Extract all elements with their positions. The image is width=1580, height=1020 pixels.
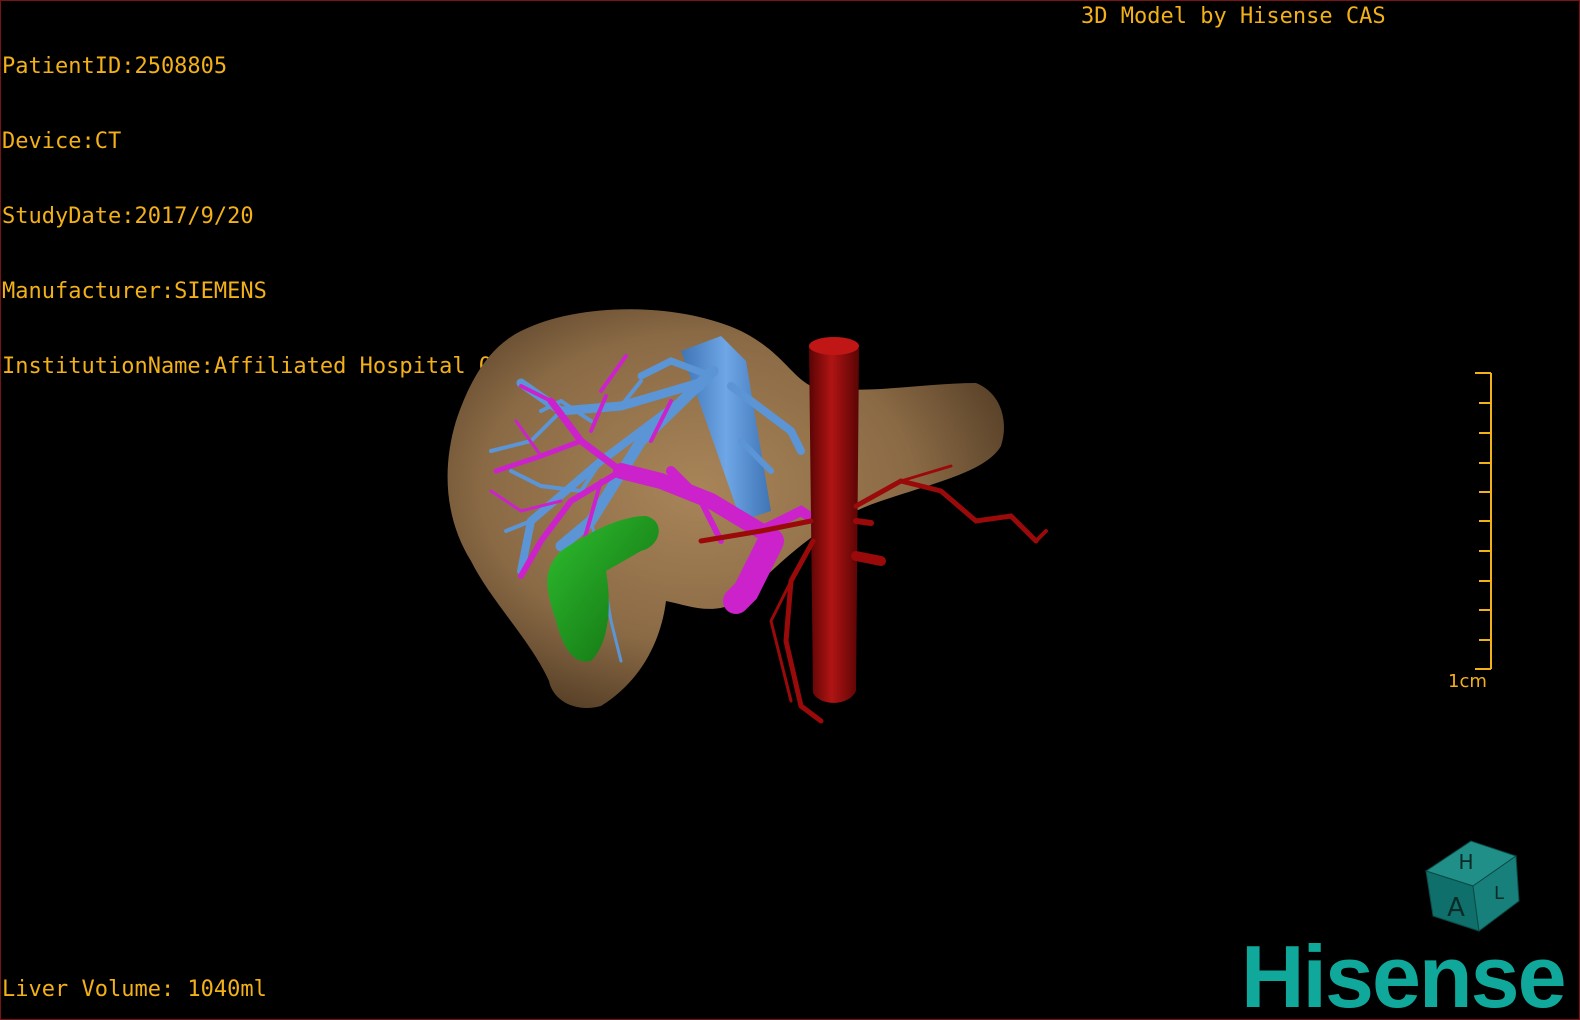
hisense-logo: Hisense (1241, 927, 1567, 1020)
scale-bar-label: 1cm (1448, 671, 1487, 692)
liver-volume-text: Liver Volume: 1040ml (2, 977, 267, 1002)
cube-face-side: L (1494, 883, 1504, 904)
3d-viewport[interactable]: PatientID:2508805 Device:CT StudyDate:20… (0, 0, 1580, 1020)
cube-face-top: H (1458, 850, 1473, 874)
liver-3d-model[interactable]: H A L (1, 1, 1579, 1019)
cube-face-front: A (1447, 893, 1465, 923)
orientation-cube[interactable]: H A L (1424, 840, 1520, 932)
scale-bar (1475, 372, 1492, 670)
